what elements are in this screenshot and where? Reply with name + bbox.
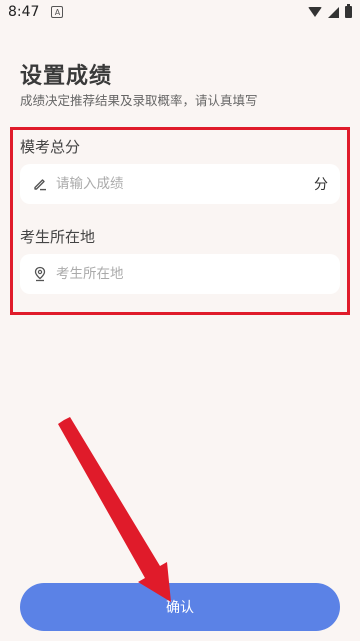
page-subtitle: 成绩决定推荐结果及录取概率，请认真填写 bbox=[20, 93, 258, 108]
location-label: 考生所在地 bbox=[20, 228, 96, 246]
status-time: 8:47 bbox=[8, 4, 40, 20]
status-bar: 8:47 A bbox=[0, 0, 360, 24]
status-right bbox=[308, 4, 352, 18]
signal-icon bbox=[328, 6, 339, 18]
score-unit: 分 bbox=[314, 177, 328, 193]
pencil-icon bbox=[32, 176, 48, 192]
score-field[interactable]: 分 bbox=[20, 164, 340, 204]
score-input[interactable] bbox=[56, 176, 314, 192]
location-field[interactable] bbox=[20, 254, 340, 294]
wifi-icon bbox=[308, 7, 322, 17]
location-input[interactable] bbox=[56, 266, 328, 282]
score-label: 模考总分 bbox=[20, 138, 81, 156]
battery-icon bbox=[345, 4, 352, 18]
notification-icon: A bbox=[51, 6, 64, 18]
status-left: 8:47 A bbox=[8, 4, 64, 20]
location-pin-icon bbox=[32, 266, 48, 282]
page-title: 设置成绩 bbox=[20, 64, 113, 89]
confirm-button[interactable]: 确认 bbox=[20, 583, 340, 631]
